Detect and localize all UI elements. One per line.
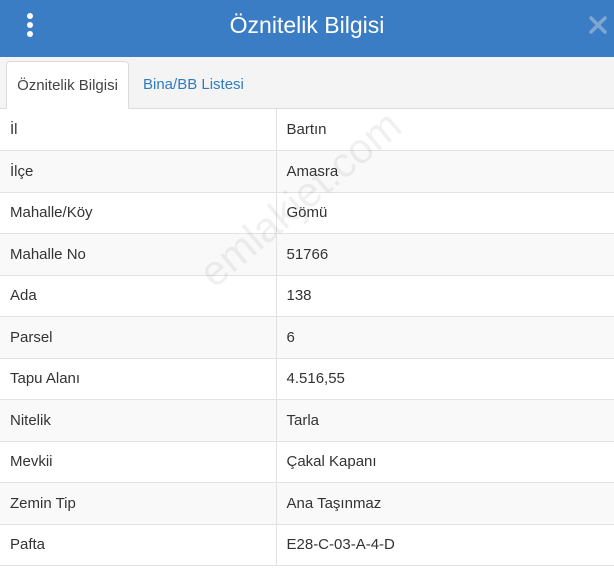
tab-bar: Öznitelik Bilgisi Bina/BB Listesi	[0, 57, 614, 109]
row-key: Mevkii	[0, 441, 277, 483]
table-row: Zemin Tip Ana Taşınmaz	[0, 482, 614, 525]
row-value: Ana Taşınmaz	[276, 482, 614, 525]
row-key: İl	[0, 109, 277, 151]
attribute-table: İl Bartın İlçe Amasra Mahalle/Köy Gömü M…	[0, 109, 614, 566]
row-value: Tarla	[276, 399, 614, 442]
row-key: Mahalle/Köy	[0, 192, 277, 234]
row-key: Ada	[0, 275, 277, 317]
row-value: E28-C-03-A-4-D	[276, 524, 614, 566]
row-value: Bartın	[276, 109, 614, 151]
table-row: Tapu Alanı 4.516,55	[0, 358, 614, 400]
tab-attribute-info[interactable]: Öznitelik Bilgisi	[6, 61, 129, 109]
row-value: Çakal Kapanı	[276, 441, 614, 483]
close-icon[interactable]	[588, 15, 608, 35]
table-row: Pafta E28-C-03-A-4-D	[0, 524, 614, 566]
table-row: Ada 138	[0, 275, 614, 317]
row-key: Pafta	[0, 524, 277, 566]
row-value: Amasra	[276, 150, 614, 193]
row-key: İlçe	[0, 150, 277, 193]
row-value: 6	[276, 316, 614, 359]
row-key: Mahalle No	[0, 233, 277, 276]
row-key: Nitelik	[0, 399, 277, 442]
row-value: 51766	[276, 233, 614, 276]
table-row: Mevkii Çakal Kapanı	[0, 441, 614, 483]
attribute-info-window: Öznitelik Bilgisi Öznitelik Bilgisi Bina…	[0, 0, 614, 574]
table-row: İlçe Amasra	[0, 150, 614, 193]
row-key: Tapu Alanı	[0, 358, 277, 400]
row-value: Gömü	[276, 192, 614, 234]
row-key: Parsel	[0, 316, 277, 359]
window-title: Öznitelik Bilgisi	[229, 12, 385, 38]
row-key: Zemin Tip	[0, 482, 277, 525]
table-row: Nitelik Tarla	[0, 399, 614, 442]
table-row: Mahalle No 51766	[0, 233, 614, 276]
table-row: İl Bartın	[0, 109, 614, 151]
row-value: 4.516,55	[276, 358, 614, 400]
title-bar: Öznitelik Bilgisi	[0, 0, 614, 57]
table-row: Mahalle/Köy Gömü	[0, 192, 614, 234]
tab-building-list[interactable]: Bina/BB Listesi	[133, 61, 254, 108]
row-value: 138	[276, 275, 614, 317]
table-row: Parsel 6	[0, 316, 614, 359]
